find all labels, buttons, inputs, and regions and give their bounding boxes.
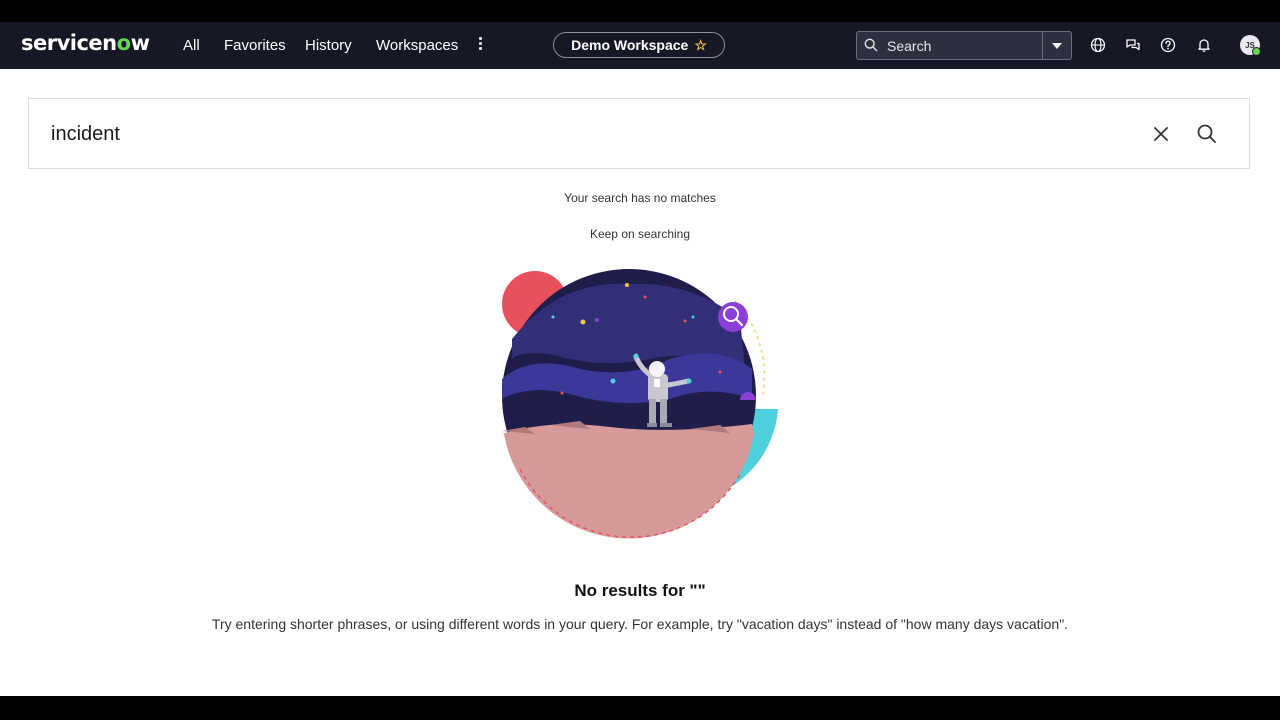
user-avatar[interactable]: JS [1240, 35, 1261, 56]
astronaut-illustration [502, 269, 778, 539]
global-search-placeholder[interactable]: Search [887, 38, 931, 54]
no-matches-message: Your search has no matches [564, 191, 716, 205]
servicenow-logo[interactable]: servicenow [21, 31, 150, 55]
search-query-box[interactable]: incident [28, 98, 1250, 169]
workspace-button[interactable]: Demo Workspace ☆ [553, 32, 725, 58]
search-query-input[interactable]: incident [51, 123, 120, 146]
keep-searching-message: Keep on searching [589, 227, 691, 241]
workspace-label: Demo Workspace [571, 37, 689, 53]
presence-status-dot [1252, 47, 1261, 56]
chat-icon[interactable] [1125, 37, 1141, 53]
search-icon [864, 38, 878, 52]
search-scope-dropdown[interactable] [1042, 32, 1071, 59]
menu-favorites[interactable]: Favorites [224, 37, 286, 54]
global-search-box[interactable]: Search [856, 31, 1072, 60]
search-hint: Try entering shorter phrases, or using d… [211, 616, 1069, 632]
top-navigation: servicenow All Favorites History Workspa… [0, 22, 1280, 69]
search-submit-icon[interactable] [1196, 123, 1218, 145]
clear-icon[interactable] [1151, 124, 1171, 144]
globe-icon[interactable] [1090, 37, 1106, 53]
no-results-title: No results for "" [574, 581, 706, 600]
menu-history[interactable]: History [305, 37, 352, 54]
chevron-down-icon [1052, 43, 1062, 49]
help-icon[interactable] [1160, 37, 1176, 53]
more-vertical-icon[interactable] [472, 35, 488, 55]
menu-all[interactable]: All [183, 37, 200, 54]
bell-icon[interactable] [1196, 37, 1212, 53]
menu-workspaces[interactable]: Workspaces [376, 37, 458, 54]
star-icon[interactable]: ☆ [694, 37, 707, 54]
search-results-page: incident Your search has no matches Keep… [0, 69, 1280, 696]
